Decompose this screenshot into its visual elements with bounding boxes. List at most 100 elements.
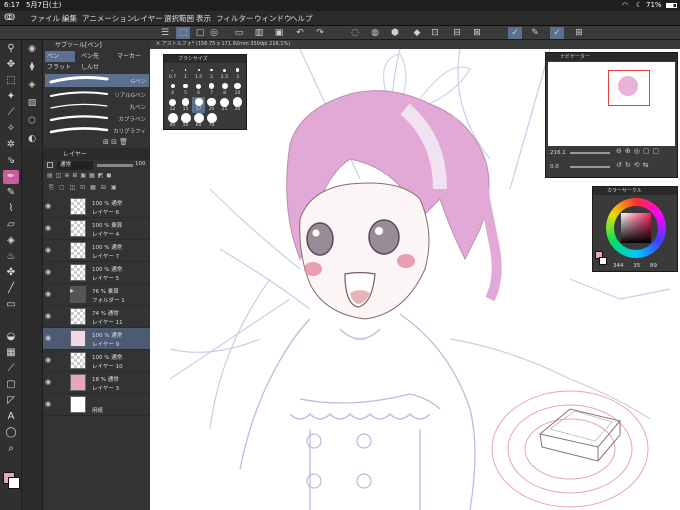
ruler-icon[interactable]: ◸ bbox=[3, 394, 19, 408]
tab-marker[interactable]: マーカー bbox=[115, 51, 149, 62]
brush-size-option[interactable]: 3 bbox=[231, 65, 244, 81]
navigator-rotate-icons[interactable]: ↺↻⟲⇆ bbox=[616, 161, 651, 169]
transform-icon[interactable]: ⊡ bbox=[428, 27, 442, 39]
sub-color-swatch-small[interactable] bbox=[599, 257, 607, 265]
subtool-icon-3[interactable]: ◈ bbox=[24, 78, 40, 92]
fit-icon[interactable]: ◎ bbox=[207, 27, 221, 39]
menu-layer[interactable]: レイヤー bbox=[133, 11, 163, 26]
figure-icon[interactable]: ▭ bbox=[3, 298, 19, 312]
menu-filter[interactable]: フィルター bbox=[216, 11, 253, 26]
brush-size-option[interactable]: 40 bbox=[166, 113, 179, 129]
pen-mode-icon[interactable]: ✓ bbox=[508, 27, 522, 39]
frame-icon[interactable]: ▢ bbox=[3, 378, 19, 392]
brush-size-option[interactable]: 30 bbox=[231, 97, 244, 113]
layer-row[interactable]: ◉ ▸ 76 % 乗算 フォルダー 1 bbox=[43, 284, 151, 306]
scroll-icon[interactable]: ▢ bbox=[193, 27, 207, 39]
brush-size-option[interactable]: 6 bbox=[192, 81, 205, 97]
brush-size-option[interactable]: 20 bbox=[205, 97, 218, 113]
brush-item-calligraphy[interactable]: カリグラフィ bbox=[45, 124, 149, 136]
navigator-viewport[interactable] bbox=[608, 70, 650, 106]
layer-row[interactable]: ◉ 74 % 通常 レイヤー 11 bbox=[43, 306, 151, 328]
menu-view[interactable]: 表示 bbox=[196, 11, 211, 26]
eye-icon[interactable]: ◉ bbox=[45, 334, 51, 342]
navigator-preview[interactable] bbox=[548, 62, 675, 146]
eye-icon[interactable]: ◉ bbox=[45, 290, 51, 298]
eye-icon[interactable]: ◉ bbox=[45, 312, 51, 320]
app-logo-icon[interactable]: ↂ bbox=[4, 11, 15, 26]
menu-animation[interactable]: アニメーション bbox=[82, 11, 134, 26]
pen-icon[interactable]: ✒ bbox=[3, 170, 19, 184]
brush-size-option[interactable]: 0.7 bbox=[166, 65, 179, 81]
canvas-tab[interactable]: × アストルフォ* (156.75 x 171.92mm 350dpi 216.… bbox=[150, 40, 680, 49]
subtool-icon-5[interactable]: ⬡ bbox=[24, 114, 40, 128]
eye-icon[interactable]: ◉ bbox=[45, 246, 51, 254]
clear-icon[interactable]: ⊠ bbox=[470, 27, 484, 39]
brush-size-option[interactable]: 25 bbox=[218, 97, 231, 113]
layer-row[interactable]: ◉ 100 % 通常 レイヤー 9 bbox=[43, 328, 151, 350]
dropper-icon[interactable]: ⇘ bbox=[3, 154, 19, 168]
brush-mode-icon[interactable]: ✎ bbox=[528, 27, 542, 39]
tab-flat[interactable]: フラット bbox=[45, 62, 75, 73]
zoom-slider[interactable] bbox=[570, 152, 610, 154]
brush-size-option[interactable]: 15 bbox=[179, 97, 192, 113]
brush-size-option[interactable]: 1 bbox=[179, 65, 192, 81]
brush-size-option[interactable]: 2 bbox=[205, 65, 218, 81]
snap-icon[interactable]: ⊞ bbox=[572, 27, 586, 39]
navigator-zoom-icons[interactable]: ⊖⊕◎▢▢ bbox=[616, 147, 662, 155]
brush-size-option[interactable]: 2.5 bbox=[218, 65, 231, 81]
ruler-snap-icon[interactable]: ✓ bbox=[550, 27, 564, 39]
blend-mode-select[interactable]: 通常 bbox=[57, 161, 93, 170]
tab-pen[interactable]: ペン bbox=[45, 51, 75, 62]
deselect-icon[interactable]: ◍ bbox=[368, 27, 382, 39]
auto-select-icon[interactable]: ✦ bbox=[3, 90, 19, 104]
wand-icon[interactable]: ✧ bbox=[3, 122, 19, 136]
subtool-settings-icon[interactable]: ◉ bbox=[24, 42, 40, 56]
subtool-icon-2[interactable]: ⧫ bbox=[24, 60, 40, 74]
brush-size-option[interactable]: 4 bbox=[166, 81, 179, 97]
menu-edit[interactable]: 編集 bbox=[62, 11, 77, 26]
move-icon[interactable]: ✥ bbox=[3, 58, 19, 72]
brush-size-option[interactable]: 50 bbox=[179, 113, 192, 129]
layer-lock-icon[interactable] bbox=[47, 162, 53, 168]
layer-row[interactable]: ◉ 用紙 bbox=[43, 394, 151, 416]
brush-item-kabura-pen[interactable]: カブラペン bbox=[45, 112, 149, 124]
brush-icon[interactable]: ⌇ bbox=[3, 202, 19, 216]
rotate-slider[interactable] bbox=[570, 166, 610, 168]
spark-icon[interactable]: ✲ bbox=[3, 138, 19, 152]
correction-icon[interactable]: ⌕ bbox=[3, 442, 19, 456]
brush-size-option[interactable]: 5 bbox=[179, 81, 192, 97]
brush-item-real-gpen[interactable]: リアルGペン bbox=[45, 88, 149, 100]
menu-window[interactable]: ウィンドウ bbox=[254, 11, 292, 26]
brush-item-gpen[interactable]: Gペン bbox=[45, 74, 149, 87]
sub-color-swatch[interactable] bbox=[8, 477, 20, 489]
brush-size-option[interactable]: 8 bbox=[218, 81, 231, 97]
airbrush-icon[interactable]: ♨ bbox=[3, 250, 19, 264]
invert-selection-icon[interactable]: ⬢ bbox=[388, 27, 402, 39]
gradient-icon[interactable]: ▦ bbox=[3, 346, 19, 360]
save-icon[interactable]: ▣ bbox=[272, 27, 286, 39]
blend-icon[interactable]: ◈ bbox=[3, 234, 19, 248]
layer-row[interactable]: ◉ 18 % 通常 レイヤー 3 bbox=[43, 372, 151, 394]
layer-row[interactable]: ◉ 100 % 乗算 レイヤー 4 bbox=[43, 218, 151, 240]
eyedropper-icon[interactable]: ⟋ bbox=[3, 106, 19, 120]
layer-action-icons[interactable]: ⎘▢◫⊡▦⊟▣ bbox=[49, 184, 149, 193]
eye-icon[interactable]: ◉ bbox=[45, 268, 51, 276]
shape-icon[interactable]: ⟋ bbox=[3, 362, 19, 376]
layer-row[interactable]: ◉ 100 % 通常 レイヤー 7 bbox=[43, 240, 151, 262]
eye-icon[interactable]: ◉ bbox=[45, 202, 51, 210]
layer-tool-icons[interactable]: ▤◫⊕⊞▣▦◩◼ bbox=[47, 172, 147, 181]
eye-icon[interactable]: ◉ bbox=[45, 378, 51, 386]
subtool-icon-4[interactable]: ▨ bbox=[24, 96, 40, 110]
menu-selection[interactable]: 選択範囲 bbox=[164, 11, 194, 26]
fill-icon[interactable]: ◆ bbox=[410, 27, 424, 39]
subtool-footer-icons[interactable]: ⊞ ⊟ 🗑 bbox=[103, 138, 128, 146]
menu-help[interactable]: ヘルプ bbox=[290, 11, 313, 26]
eye-icon[interactable]: ◉ bbox=[45, 224, 51, 232]
open-icon[interactable]: ▥ bbox=[252, 27, 266, 39]
brush-size-option[interactable]: 17 bbox=[192, 97, 205, 113]
eye-icon[interactable]: ◉ bbox=[45, 400, 51, 408]
brush-size-option[interactable]: 10 bbox=[231, 81, 244, 97]
layer-row[interactable]: ◉ 100 % 通常 レイヤー 6 bbox=[43, 196, 151, 218]
crop-icon[interactable]: ⊟ bbox=[450, 27, 464, 39]
close-icon[interactable]: × bbox=[156, 41, 160, 47]
